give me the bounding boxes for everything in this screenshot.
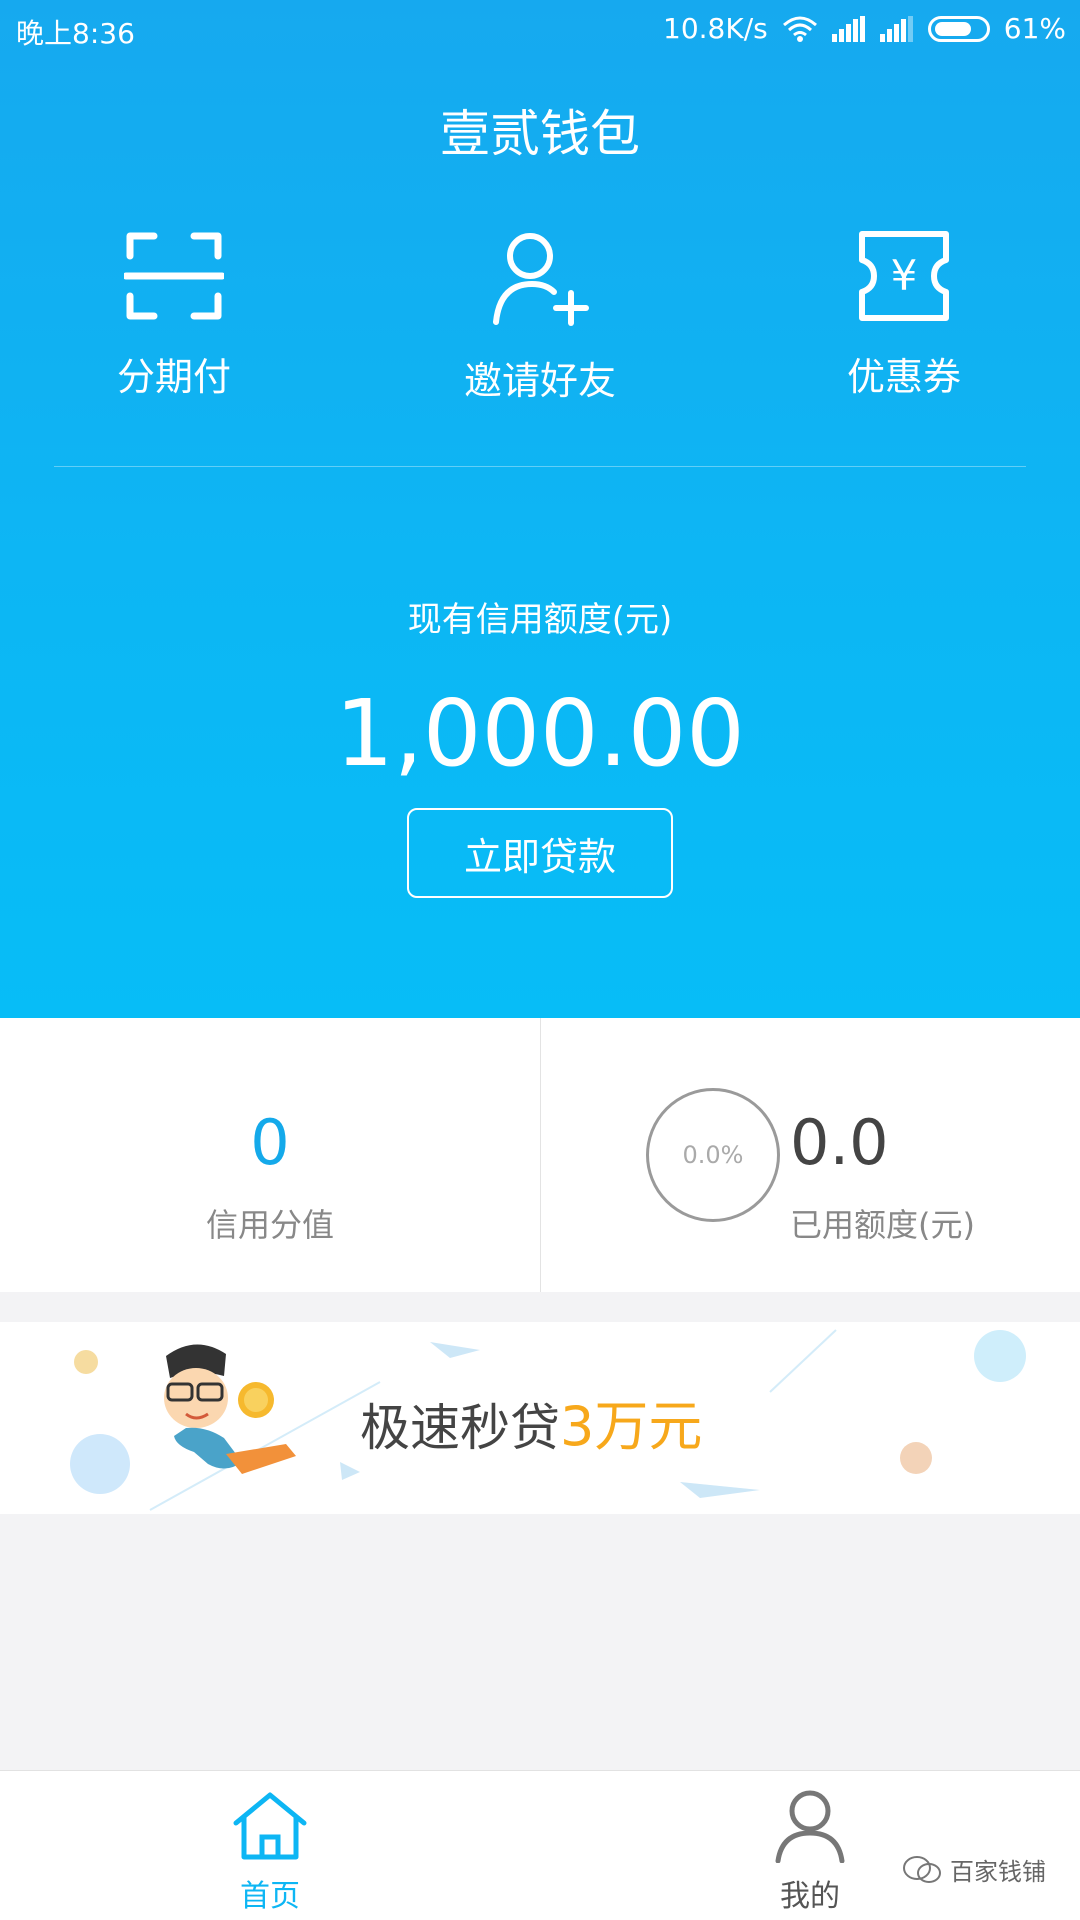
home-icon bbox=[233, 1792, 307, 1860]
used-percent: 0.0% bbox=[682, 1141, 744, 1169]
scan-icon bbox=[124, 232, 224, 320]
battery-icon bbox=[927, 15, 990, 42]
coupon-icon: ¥ bbox=[859, 231, 949, 321]
used-amount-label: 已用额度(元) bbox=[790, 1206, 975, 1244]
cartoon-man-coin-icon bbox=[164, 1344, 296, 1474]
banner-text: 极速秒贷3万元 bbox=[360, 1382, 702, 1461]
app-title: 壹贰钱包 bbox=[440, 105, 640, 163]
action-coupon[interactable]: ¥ 优惠券 bbox=[774, 230, 1034, 401]
watermark: 百家钱铺 bbox=[902, 1852, 1046, 1887]
battery-level: 61% bbox=[1003, 12, 1066, 45]
signal-icon-2 bbox=[879, 15, 913, 42]
network-speed: 10.8K/s bbox=[663, 12, 768, 45]
credit-score-value: 0 bbox=[250, 1106, 290, 1179]
action-label: 分期付 bbox=[116, 355, 231, 399]
action-installment[interactable]: 分期付 bbox=[44, 230, 304, 401]
loan-now-button[interactable]: 立即贷款 bbox=[407, 808, 673, 898]
signal-icon bbox=[831, 15, 865, 42]
header-divider bbox=[54, 466, 1026, 467]
user-icon bbox=[775, 1790, 845, 1864]
banner-highlight: 3 bbox=[560, 1395, 595, 1458]
used-percent-circle: 0.0% bbox=[646, 1088, 780, 1222]
watermark-text: 百家钱铺 bbox=[950, 1858, 1046, 1886]
credit-amount: 1,000.00 bbox=[335, 680, 745, 787]
promo-banner[interactable]: 极速秒贷3万元 bbox=[0, 1322, 1080, 1514]
banner-unit: 万元 bbox=[594, 1395, 703, 1458]
credit-label: 现有信用额度(元) bbox=[407, 600, 673, 640]
wechat-icon bbox=[903, 1855, 941, 1883]
stats-panel: 0 信用分值 0.0% 0.0 已用额度(元) bbox=[0, 1018, 1080, 1292]
tab-label: 首页 bbox=[240, 1879, 300, 1914]
status-bar: 晚上8:36 10.8K/s 61% bbox=[0, 0, 1080, 56]
add-user-icon bbox=[493, 233, 589, 326]
status-right: 10.8K/s 61% bbox=[663, 12, 1066, 45]
tab-profile[interactable]: 我的 bbox=[710, 1789, 910, 1915]
action-invite[interactable]: 邀请好友 bbox=[410, 230, 670, 405]
credit-score-label: 信用分值 bbox=[205, 1206, 334, 1244]
quick-actions: 分期付 邀请好友 ¥ 优惠券 bbox=[0, 230, 1080, 410]
bottom-tab-bar: 首页 我的 bbox=[0, 1770, 1080, 1920]
action-label: 邀请好友 bbox=[463, 359, 616, 403]
tab-label: 我的 bbox=[780, 1879, 840, 1914]
action-label: 优惠券 bbox=[846, 355, 961, 399]
stats-divider bbox=[540, 1018, 541, 1292]
header: 晚上8:36 10.8K/s 61% 壹贰钱包 分期付 邀请好友 ¥ 优惠券 现… bbox=[0, 0, 1080, 1018]
used-amount-value: 0.0 bbox=[790, 1106, 889, 1179]
banner-main-text: 极速秒贷 bbox=[360, 1399, 560, 1457]
svg-text:¥: ¥ bbox=[891, 251, 918, 300]
status-time: 晚上8:36 bbox=[16, 17, 135, 50]
tab-home[interactable]: 首页 bbox=[170, 1789, 370, 1915]
wifi-icon bbox=[782, 16, 817, 42]
